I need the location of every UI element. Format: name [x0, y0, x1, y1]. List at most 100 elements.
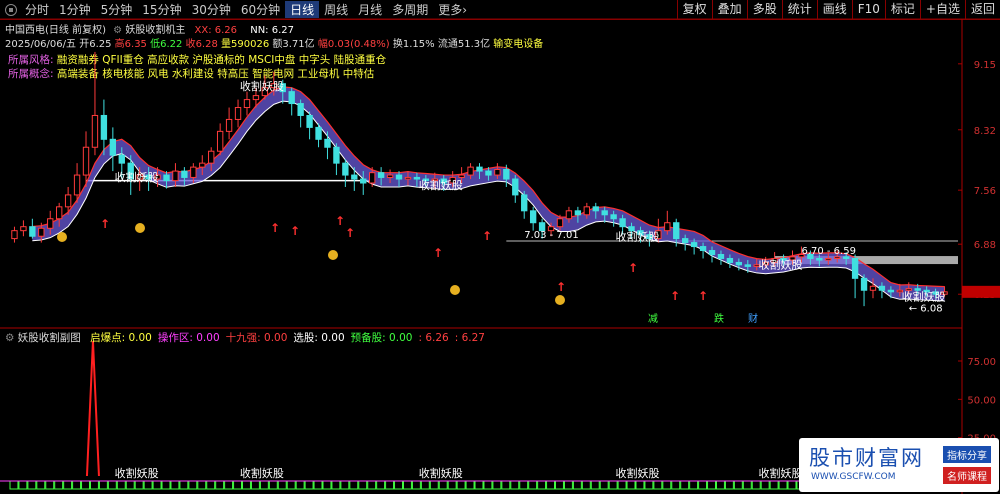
y-tick-label-3: 8.32 [974, 126, 996, 137]
indicator-field-1: 操作区: 0.00 [157, 332, 220, 344]
indicator-bar [474, 480, 484, 490]
indicator-bar [528, 480, 538, 490]
buy-arrow-icon: ↑ [290, 224, 300, 238]
indicator-bar [778, 480, 788, 490]
candle-body [834, 256, 841, 259]
indicator-bar [510, 480, 520, 490]
indicator-bar [546, 480, 556, 490]
turnover-value: 换1.15% [392, 39, 435, 50]
sub-y-tick-label-1: 50.00 [967, 395, 996, 406]
indicator-bar [563, 480, 573, 490]
period-settings-icon[interactable] [5, 3, 17, 16]
candle-body [351, 174, 358, 180]
indicator-bar [63, 480, 73, 490]
candle-body [163, 174, 170, 182]
candle-body [20, 226, 27, 232]
period-tab-6[interactable]: 日线 [285, 1, 320, 18]
toolbar-button-6[interactable]: 标记 [884, 0, 920, 19]
candle-body [136, 174, 143, 180]
concept-label: 所属概念: [8, 68, 54, 80]
period-tab-9[interactable]: 多周期 [387, 1, 433, 18]
indicator-bar [268, 480, 278, 490]
candle-body [342, 162, 349, 176]
candle-body [529, 210, 537, 224]
period-tab-5[interactable]: 60分钟 [236, 1, 285, 18]
period-tab-1[interactable]: 1分钟 [54, 1, 96, 18]
indicator-bar [107, 480, 117, 490]
watermark-logo: 股市财富网 WWW.GSCFW.COM 指标分享 名师课程 [799, 438, 999, 492]
indicator-field-6: : 6.27 [454, 332, 485, 344]
indicator-bar [9, 480, 19, 490]
period-tab-8[interactable]: 月线 [353, 1, 387, 18]
period-tab-4[interactable]: 30分钟 [187, 1, 236, 18]
period-tab-7[interactable]: 周线 [319, 1, 353, 18]
toolbar-button-8[interactable]: 返回 [964, 0, 1000, 19]
toolbar-button-1[interactable]: 叠加 [711, 0, 747, 19]
indicator-bar [537, 480, 547, 490]
candle-body [664, 222, 671, 232]
indicator-bar [242, 480, 251, 490]
indicator-bar [259, 480, 269, 490]
candle-body [297, 103, 304, 116]
toolbar-button-2[interactable]: 多股 [746, 0, 782, 19]
buy-arrow-icon: ↑ [345, 226, 355, 240]
indicator-bar [277, 480, 287, 490]
period-tab-10[interactable]: 更多› [433, 1, 472, 18]
toolbar-button-5[interactable]: F10 [851, 0, 885, 19]
indicator-field-3: 选股: 0.00 [293, 332, 345, 344]
buy-arrow-icon: ↑ [270, 221, 280, 235]
indicator-field-4: 预备股: 0.00 [350, 332, 413, 344]
candle-body [440, 178, 447, 184]
buy-arrow-icon: ↑ [335, 214, 345, 228]
candle-body [941, 291, 948, 295]
candle-body [610, 214, 617, 220]
candle-body [225, 118, 233, 132]
toolbar-button-7[interactable]: +自选 [919, 0, 965, 19]
candle-body [816, 257, 823, 261]
y-tick-label-0: 6.25 [974, 290, 996, 301]
candle-body [592, 206, 599, 212]
toolbar-button-3[interactable]: 统计 [781, 0, 817, 19]
candle-body [11, 230, 18, 240]
style-value: 融资融券 QFII重仓 高应收款 沪股通标的 MSCI中盘 中字头 陆股通重仓 [56, 54, 387, 66]
candle-body [64, 194, 72, 208]
toolbar-buttons: 复权 叠加 多股 统计 画线 F10 标记 +自选 返回 [676, 0, 1000, 19]
indicator-bar [36, 480, 46, 490]
candle-body [708, 250, 716, 255]
amount-label: 额 [272, 39, 283, 50]
indicator-bar [483, 480, 493, 490]
indicator-bar [215, 480, 225, 490]
concept-value: 高端装备 核电核能 风电 水利建设 特高压 智能电网 工业母机 中特估 [56, 68, 375, 80]
amount-value: 3.71亿 [282, 39, 315, 50]
indicator-bar [644, 480, 654, 490]
period-tab-2[interactable]: 5分钟 [96, 1, 138, 18]
toolbar-button-0[interactable]: 复权 [676, 0, 712, 19]
candle-body [261, 87, 269, 97]
indicator-bar [89, 480, 99, 490]
period-tab-0[interactable]: 分时 [20, 1, 54, 18]
range-label-1: 6.70 - 6.59 [801, 246, 856, 257]
toolbar-button-4[interactable]: 画线 [816, 0, 852, 19]
candle-body [404, 176, 412, 180]
candle-body [56, 206, 63, 220]
indicator-gear-icon[interactable]: ⚙ [5, 332, 14, 344]
indicator-bar [653, 480, 663, 490]
open-value: 6.25 [89, 39, 112, 50]
style-sector: 所属风格: 融资融券 QFII重仓 高应收款 沪股通标的 MSCI中盘 中字头 … [8, 52, 386, 67]
indicator-bar [170, 480, 180, 490]
sub-overlay-label-0: 收割妖股 [115, 466, 159, 480]
range-label-2: ← 6.08 [909, 304, 943, 315]
signal-tag-2: 财 [748, 312, 758, 325]
indicator-bar [769, 480, 779, 490]
indicator-bar [447, 480, 457, 490]
indicator-bar [581, 480, 591, 490]
indicator-bar [340, 480, 350, 490]
candle-body [422, 178, 430, 182]
candle-body [324, 138, 331, 148]
indicator-bar [250, 480, 260, 490]
indicator-bar [608, 480, 618, 490]
indicator-bar [411, 480, 421, 490]
candle-body [181, 170, 188, 178]
candle-body [869, 285, 877, 291]
period-tab-3[interactable]: 15分钟 [137, 1, 186, 18]
